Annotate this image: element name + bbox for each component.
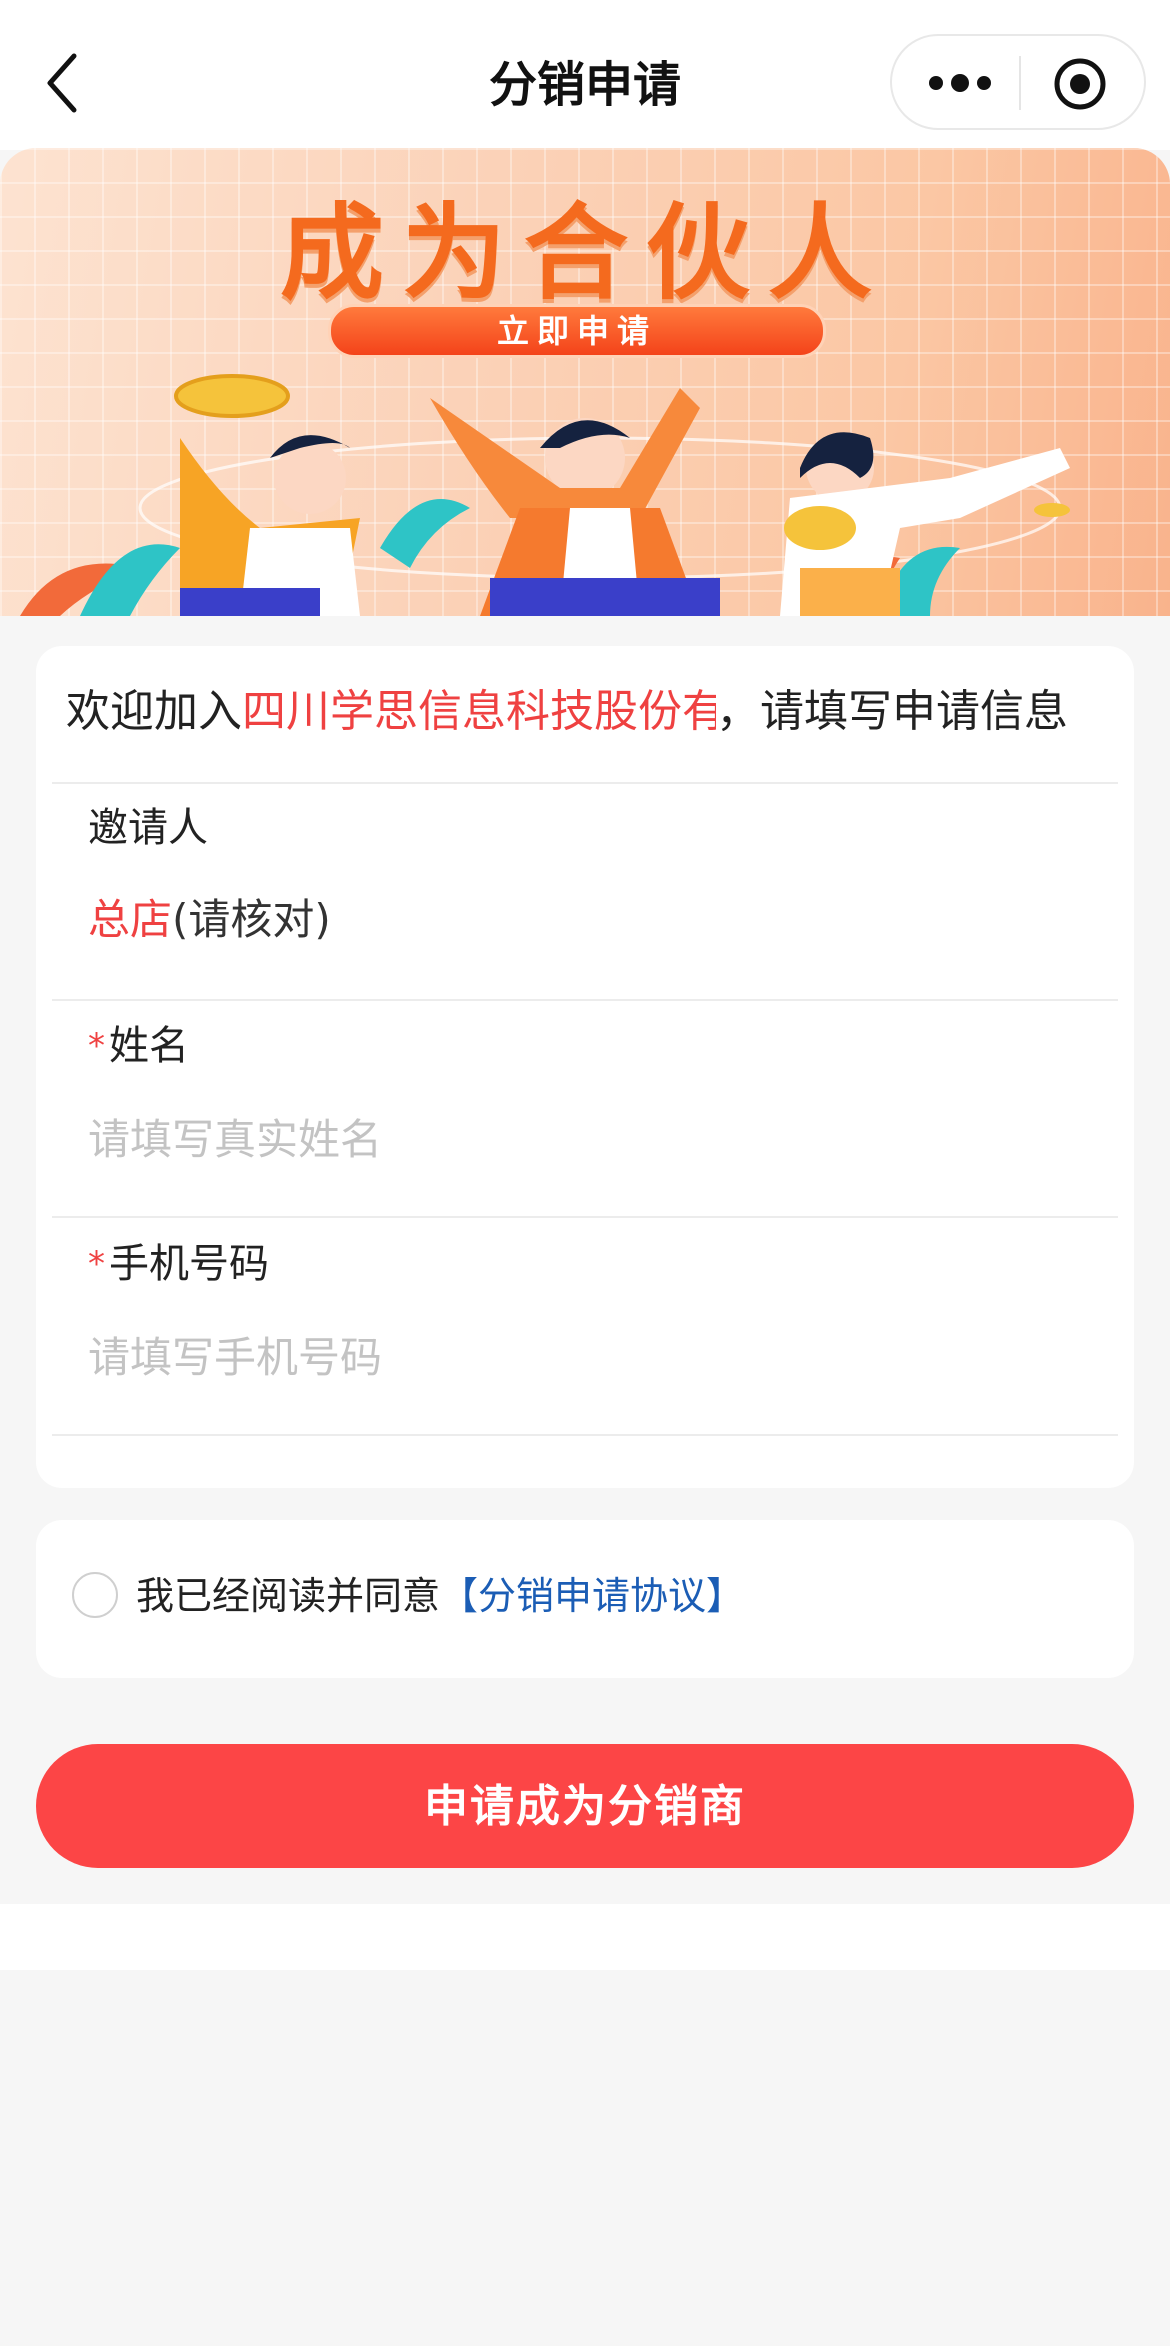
agreement-card: 我已经阅读并同意【分销申请协议】 <box>36 1520 1134 1678</box>
welcome-prefix: 欢迎加入 <box>66 686 242 737</box>
mini-program-capsule <box>890 34 1146 130</box>
welcome-suffix: ，请填写申请信息 <box>716 686 1068 737</box>
required-mark: * <box>88 1026 105 1066</box>
apply-now-button[interactable]: 立即申请 <box>328 304 826 358</box>
agreement-statement: 我已经阅读并同意 <box>136 1574 441 1618</box>
agreement-checkbox[interactable] <box>72 1572 118 1618</box>
divider <box>52 999 1118 1001</box>
agreement-text: 我已经阅读并同意【分销申请协议】 <box>136 1566 744 1626</box>
banner-headline: 成为合伙人 <box>279 191 890 314</box>
welcome-message: 欢迎加入 四川学思信息科技股份有限公司 ，请填写申请信息 <box>66 682 1106 742</box>
bottom-white-strip <box>0 1904 1170 1970</box>
name-input[interactable] <box>88 1104 1088 1174</box>
capsule-divider <box>1019 56 1021 110</box>
close-target-icon[interactable] <box>1050 54 1110 114</box>
divider <box>52 782 1118 784</box>
application-form-card: 欢迎加入 四川学思信息科技股份有限公司 ，请填写申请信息 邀请人 总店(请核对)… <box>36 646 1134 1488</box>
submit-application-button[interactable]: 申请成为分销商 <box>36 1744 1134 1868</box>
name-label-text: 姓名 <box>109 1023 189 1069</box>
inviter-label: 邀请人 <box>88 805 208 851</box>
company-name: 四川学思信息科技股份有限公司 <box>242 686 716 737</box>
phone-label: * 手机号码 <box>88 1236 269 1292</box>
phone-label-text: 手机号码 <box>109 1241 269 1287</box>
partner-banner[interactable]: 成为合伙人 立即申请 <box>0 148 1170 616</box>
more-dots-icon[interactable] <box>920 60 1000 106</box>
name-label: * 姓名 <box>88 1018 189 1074</box>
inviter-name: 总店 <box>88 895 173 944</box>
divider <box>52 1434 1118 1436</box>
navigation-bar: 分销申请 <box>0 0 1170 150</box>
inviter-value: 总店(请核对) <box>88 890 331 950</box>
agreement-link[interactable]: 【分销申请协议】 <box>440 1574 744 1618</box>
required-mark: * <box>88 1244 105 1284</box>
divider <box>52 1216 1118 1218</box>
phone-input[interactable] <box>88 1322 1088 1392</box>
inviter-check-hint: (请核对) <box>172 895 331 944</box>
